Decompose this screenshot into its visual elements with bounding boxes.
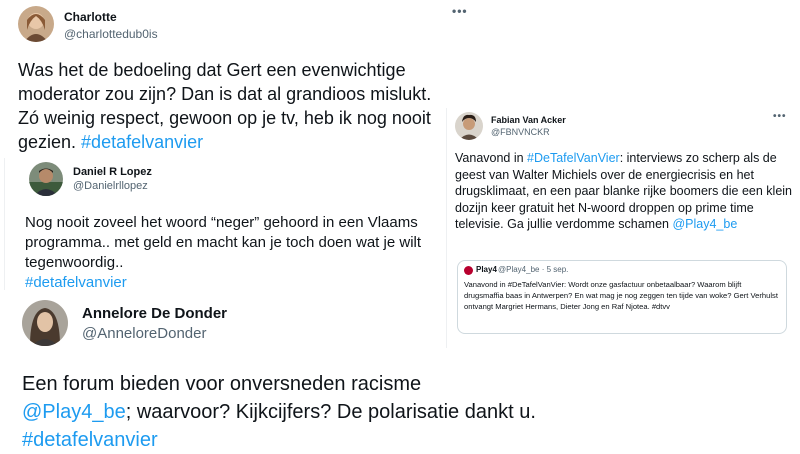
tweet-fabian: Fabian Van Acker @FBNVNCKR ••• Vanavond … [446,108,800,348]
author-name[interactable]: Charlotte [64,10,117,24]
tweet-daniel: Daniel R Lopez @Danielrllopez Nog nooit … [4,158,436,293]
mention-link[interactable]: @Play4_be [22,401,126,423]
tweet-text: Een forum bieden voor onversneden racism… [22,370,602,454]
avatar[interactable] [455,112,483,140]
tweet-text-content: Was het de bedoeling dat Gert een evenwi… [18,60,432,152]
author-handle[interactable]: @Danielrllopez [73,180,148,192]
hashtag-link[interactable]: #DeTafelVanVier [527,151,620,165]
mention-link[interactable]: @Play4_be [672,217,737,231]
quoted-author-meta: @Play4_be · 5 sep. [498,265,569,274]
tweet-charlotte: Charlotte @charlottedub0is ••• Was het d… [0,0,467,160]
tweet-text: Nog nooit zoveel het woord “neger” gehoo… [25,213,435,293]
author-name[interactable]: Annelore De Donder [82,305,227,322]
avatar[interactable] [29,162,63,196]
author-name[interactable]: Fabian Van Acker [491,115,566,125]
tweet-text-content: ; waarvoor? Kijkcijfers? De polarisatie … [125,401,536,423]
more-options-icon[interactable]: ••• [452,4,468,18]
author-handle[interactable]: @AnneloreDonder [82,325,206,342]
avatar[interactable] [18,6,54,42]
tweet-text-content: Nog nooit zoveel het woord “neger” gehoo… [25,214,422,271]
quoted-tweet-text: Vanavond in #DeTafelVanVier: Wordt onze … [464,280,778,311]
tweet-text-content: Een forum bieden voor onversneden racism… [22,373,422,395]
avatar[interactable] [22,300,68,346]
more-options-icon[interactable]: ••• [773,111,787,122]
tweet-text-content: Vanavond in [455,151,528,165]
author-handle[interactable]: @charlottedub0is [64,27,158,41]
author-name[interactable]: Daniel R Lopez [73,166,152,178]
hashtag-link[interactable]: #detafelvanvier [22,429,158,451]
author-handle[interactable]: @FBNVNCKR [491,127,550,137]
play4-logo-icon [464,266,473,275]
hashtag-link[interactable]: #detafelvanvier [81,132,203,152]
quoted-author-name: Play4 [476,265,497,274]
quoted-tweet[interactable]: Play4 @Play4_be · 5 sep. Vanavond in #De… [457,260,787,334]
tweet-text: Vanavond in #DeTafelVanVier: interviews … [455,150,799,233]
tweet-text: Was het de bedoeling dat Gert een evenwi… [18,58,448,154]
hashtag-link[interactable]: #detafelvanvier [25,274,127,291]
